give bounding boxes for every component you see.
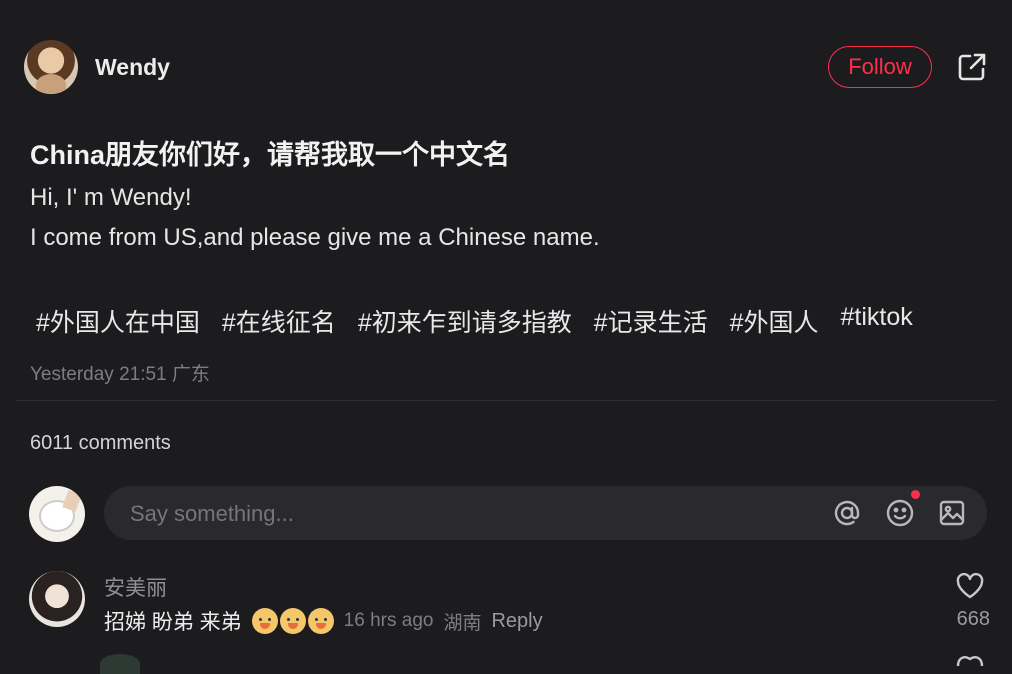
commenter-name[interactable]: 安美丽	[104, 572, 167, 602]
reply-button[interactable]: Reply	[491, 610, 542, 633]
emoji-group	[251, 608, 334, 634]
hashtag[interactable]: #外国人	[730, 303, 819, 339]
like-count: 668	[956, 608, 990, 630]
divider	[16, 400, 996, 401]
emoji-icon[interactable]	[884, 497, 916, 529]
current-user-avatar	[29, 486, 85, 542]
commenter-avatar[interactable]	[29, 571, 85, 627]
comment-content: 招娣 盼弟 来弟 16 hrs ago 湖南 Reply	[104, 606, 543, 636]
hashtag[interactable]: #初来乍到请多指教	[358, 303, 572, 339]
hashtag[interactable]: #tiktok	[841, 303, 913, 339]
comment-input-box[interactable]	[104, 486, 987, 542]
image-icon[interactable]	[936, 497, 968, 529]
emoji-icon	[279, 608, 306, 634]
emoji-icon	[251, 608, 278, 634]
hashtag[interactable]: #外国人在中国	[36, 303, 200, 339]
post-timestamp: Yesterday 21:51	[30, 364, 167, 385]
author-avatar[interactable]	[24, 40, 78, 94]
post-meta: Yesterday 21:51 广东	[30, 359, 210, 386]
share-icon[interactable]	[955, 50, 989, 84]
hashtag-list: #外国人在中国 #在线征名 #初来乍到请多指教 #记录生活 #外国人 #tikt…	[36, 303, 913, 339]
hashtag[interactable]: #在线征名	[222, 303, 336, 339]
author-name[interactable]: Wendy	[95, 54, 170, 81]
post-location: 广东	[171, 364, 210, 385]
heart-icon[interactable]	[955, 572, 985, 600]
post-body-line: I come from US,and please give me a Chin…	[30, 224, 600, 251]
heart-icon[interactable]	[955, 652, 985, 666]
at-icon[interactable]	[831, 497, 863, 529]
hashtag[interactable]: #记录生活	[594, 303, 708, 339]
comments-count: 6011 comments	[30, 432, 171, 454]
post-body-line: Hi, I' m Wendy!	[30, 184, 192, 211]
comment-time: 16 hrs ago	[343, 610, 434, 631]
post-header: Wendy Follow	[0, 0, 1012, 135]
comment-text: 招娣 盼弟 来弟	[104, 611, 242, 634]
comment-location: 湖南	[443, 612, 482, 634]
notification-dot	[911, 490, 920, 499]
comment-input[interactable]	[128, 486, 812, 542]
next-commenter-avatar[interactable]	[100, 654, 140, 674]
follow-button[interactable]: Follow	[828, 46, 932, 88]
emoji-icon	[307, 608, 334, 634]
post-title: China朋友你们好，请帮我取一个中文名	[30, 140, 511, 170]
